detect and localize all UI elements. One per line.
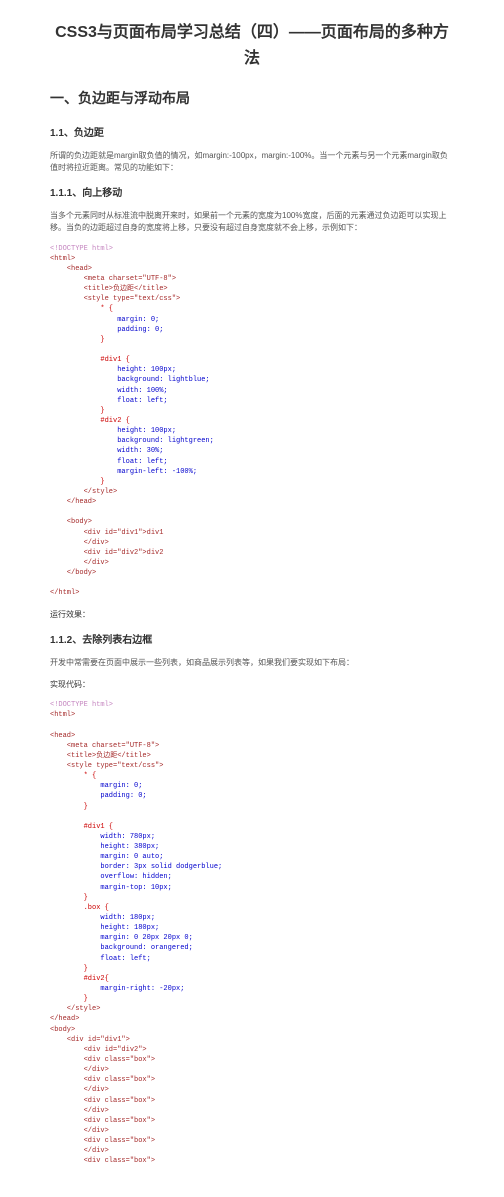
code-block-1: <!DOCTYPE html> <html> <head> <meta char… [50,244,454,599]
result-label: 运行效果： [50,609,454,622]
page-title: CSS3与页面布局学习总结（四）——页面布局的多种方法 [50,20,454,71]
paragraph-1-1-2: 开发中常需要在页面中展示一些列表，如商品展示列表等，如果我们要实现如下布局： [50,657,454,669]
section-heading-1-1-1: 1.1.1、向上移动 [50,186,454,202]
section-heading-1-1: 1.1、负边距 [50,126,454,142]
section-heading-1-1-2: 1.1.2、去除列表右边框 [50,633,454,649]
code-block-2: <!DOCTYPE html> <html> <head> <meta char… [50,700,454,1166]
paragraph-1-1: 所谓的负边距就是margin取负值的情况，如margin:-100px，marg… [50,150,454,174]
impl-label: 实现代码： [50,679,454,692]
paragraph-1-1-1: 当多个元素同时从标准流中脱离开来时，如果前一个元素的宽度为100%宽度，后面的元… [50,210,454,234]
section-heading-1: 一、负边距与浮动布局 [50,87,454,109]
